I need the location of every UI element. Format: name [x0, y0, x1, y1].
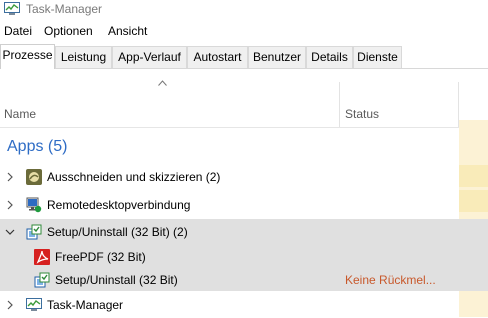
- process-row-expanded[interactable]: Setup/Uninstall (32 Bit) (2): [0, 219, 459, 245]
- process-row[interactable]: Remotedesktopverbindung: [0, 192, 459, 218]
- status-not-responding: Keine Rückmel...: [345, 273, 436, 287]
- menu-optionen[interactable]: Optionen: [44, 24, 93, 38]
- process-row[interactable]: Ausschneiden und skizzieren (2): [0, 164, 459, 190]
- window-title: Task-Manager: [26, 2, 103, 16]
- snip-sketch-icon: [26, 169, 42, 185]
- row-label: Setup/Uninstall (32 Bit) (2): [47, 225, 188, 239]
- tab-app-verlauf[interactable]: App-Verlauf: [112, 46, 187, 68]
- menu-ansicht[interactable]: Ansicht: [108, 24, 147, 38]
- setup-icon: [34, 272, 50, 288]
- title-bar: Task-Manager: [0, 0, 488, 20]
- column-separator[interactable]: [339, 82, 340, 128]
- task-manager-icon: [26, 298, 42, 311]
- child-process-row[interactable]: Setup/Uninstall (32 Bit) Keine Rückmel..…: [0, 267, 459, 293]
- row-label: FreePDF (32 Bit): [55, 250, 146, 264]
- tab-leistung[interactable]: Leistung: [55, 46, 112, 68]
- column-header-name[interactable]: Name: [4, 107, 36, 121]
- cpu-cell: [459, 165, 488, 187]
- tab-benutzer[interactable]: Benutzer: [248, 46, 306, 68]
- selected-group-background-ext: [459, 219, 488, 291]
- tab-prozesse[interactable]: Prozesse: [0, 44, 55, 69]
- chevron-right-icon[interactable]: [6, 200, 14, 210]
- tab-dienste[interactable]: Dienste: [353, 46, 402, 68]
- task-manager-icon: [4, 2, 20, 15]
- chevron-down-icon[interactable]: [5, 227, 15, 237]
- chevron-right-icon[interactable]: [6, 172, 14, 182]
- cpu-cell: [459, 190, 488, 212]
- group-title-apps[interactable]: Apps (5): [7, 138, 67, 156]
- freepdf-icon: [34, 249, 50, 265]
- tab-autostart[interactable]: Autostart: [187, 46, 248, 68]
- menu-bar: Datei Optionen Ansicht: [0, 22, 488, 40]
- tab-details[interactable]: Details: [306, 46, 353, 68]
- menu-datei[interactable]: Datei: [4, 24, 32, 38]
- row-label: Setup/Uninstall (32 Bit): [55, 273, 178, 287]
- tab-baseline: [0, 68, 488, 69]
- row-label: Remotedesktopverbindung: [47, 198, 191, 212]
- column-header-status[interactable]: Status: [345, 107, 379, 121]
- process-row[interactable]: Task-Manager: [0, 292, 459, 318]
- sort-ascending-icon[interactable]: [158, 80, 167, 86]
- row-label: Task-Manager: [47, 298, 124, 312]
- chevron-right-icon[interactable]: [6, 300, 14, 310]
- header-divider: [0, 127, 488, 128]
- remote-desktop-icon: [26, 197, 42, 213]
- tab-strip: Prozesse Leistung App-Verlauf Autostart …: [0, 44, 488, 69]
- setup-icon: [26, 224, 42, 240]
- row-label: Ausschneiden und skizzieren (2): [47, 170, 221, 184]
